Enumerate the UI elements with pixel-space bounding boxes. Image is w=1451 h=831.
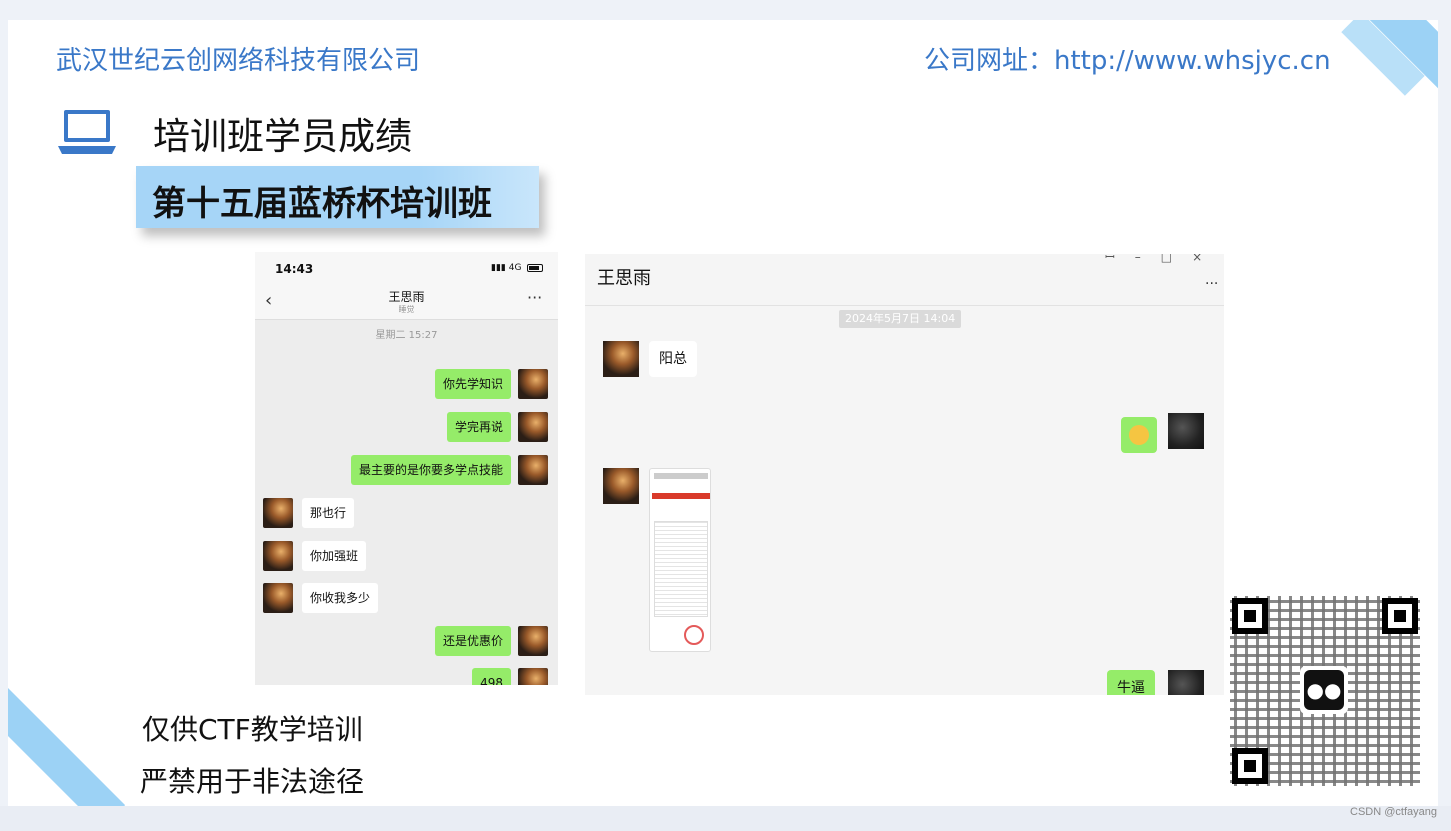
avatar: [603, 468, 639, 504]
phone-chat-screenshot: 14:43 ▮▮▮ 4G ‹ 王思雨 睡觉 ··· 星期二 15:27 你先学知…: [255, 252, 558, 685]
chat-bubble: 你收我多少: [302, 583, 379, 613]
battery-icon: [527, 264, 543, 272]
wechat-qr-code: ●●: [1230, 596, 1420, 786]
doc-header-bar: [654, 473, 708, 479]
wechat-bubble-icon: ●●: [1304, 670, 1344, 710]
laptop-icon: [58, 110, 116, 154]
phone-clock: 14:43: [275, 262, 314, 276]
section-title: 培训班学员成绩: [153, 115, 412, 158]
wechat-logo-icon: ●●: [1300, 666, 1348, 714]
chat-bubble: 最主要的是你要多学点技能: [350, 455, 511, 485]
chat-bubble: 阳总: [649, 341, 697, 377]
avatar: [518, 455, 548, 485]
phone-status-bar: 14:43 ▮▮▮ 4G: [255, 252, 558, 282]
event-banner: 第十五届蓝桥杯培训班: [136, 166, 539, 228]
company-website: 公司网址：http://www.whsjyc.cn: [924, 46, 1331, 76]
phone-chat-header: ‹ 王思雨 睡觉 ···: [255, 282, 558, 320]
avatar: [603, 341, 639, 377]
avatar: [1168, 670, 1204, 695]
more-icon[interactable]: ···: [1205, 276, 1218, 292]
avatar: [263, 583, 293, 613]
chat-bubble: 牛逼: [1107, 670, 1155, 695]
csdn-watermark: CSDN @ctfayang: [1350, 806, 1437, 818]
disclaimer-line-2: 严禁用于非法途径: [140, 765, 365, 798]
more-icon[interactable]: ···: [527, 288, 542, 307]
decor-stripe-bottom-left: [8, 684, 126, 810]
desktop-chat-header: 王思雨 ꟷ–□× ···: [585, 254, 1224, 306]
desktop-chat-timestamp: 2024年5月7日 14:04: [839, 310, 962, 328]
avatar: [518, 369, 548, 399]
qr-finder-pattern: [1232, 598, 1268, 634]
avatar: [263, 541, 293, 571]
avatar: [1168, 413, 1204, 449]
qr-finder-pattern: [1382, 598, 1418, 634]
avatar: [518, 626, 548, 656]
slide: 武汉世纪云创网络科技有限公司 公司网址：http://www.whsjyc.cn…: [8, 20, 1438, 810]
bottom-strip: [0, 806, 1451, 831]
grimace-emoji-icon: [1121, 417, 1157, 453]
phone-chat-date: 星期二 15:27: [375, 330, 438, 341]
phone-contact-name: 王思雨: [388, 290, 425, 304]
chat-bubble: 学完再说: [446, 412, 511, 442]
disclaimer-line-1: 仅供CTF教学培训: [142, 713, 363, 746]
avatar: [518, 412, 548, 442]
doc-seal: [684, 625, 704, 645]
chat-bubble: 那也行: [302, 498, 355, 528]
desktop-contact-name: 王思雨: [597, 268, 651, 289]
desktop-chat-screenshot: 王思雨 ꟷ–□× ··· 2024年5月7日 14:04 阳总 牛逼: [585, 254, 1224, 695]
avatar: [518, 668, 548, 685]
company-name: 武汉世纪云创网络科技有限公司: [56, 46, 421, 76]
document-image-thumbnail[interactable]: [649, 468, 711, 652]
avatar: [263, 498, 293, 528]
doc-title-bar: [652, 493, 710, 499]
window-controls-icon[interactable]: ꟷ–□×: [1105, 254, 1222, 265]
phone-contact-status: 睡觉: [398, 305, 415, 314]
network-type: 4G: [508, 263, 522, 273]
doc-table: [654, 521, 708, 617]
qr-finder-pattern: [1232, 748, 1268, 784]
signal-icon: ▮▮▮ 4G: [491, 263, 522, 273]
event-banner-text: 第十五届蓝桥杯培训班: [152, 184, 492, 224]
chat-bubble: 你先学知识: [434, 369, 511, 399]
chat-bubble: 还是优惠价: [434, 626, 511, 656]
chat-bubble: 498: [472, 668, 511, 685]
chat-bubble: 你加强班: [302, 541, 367, 571]
